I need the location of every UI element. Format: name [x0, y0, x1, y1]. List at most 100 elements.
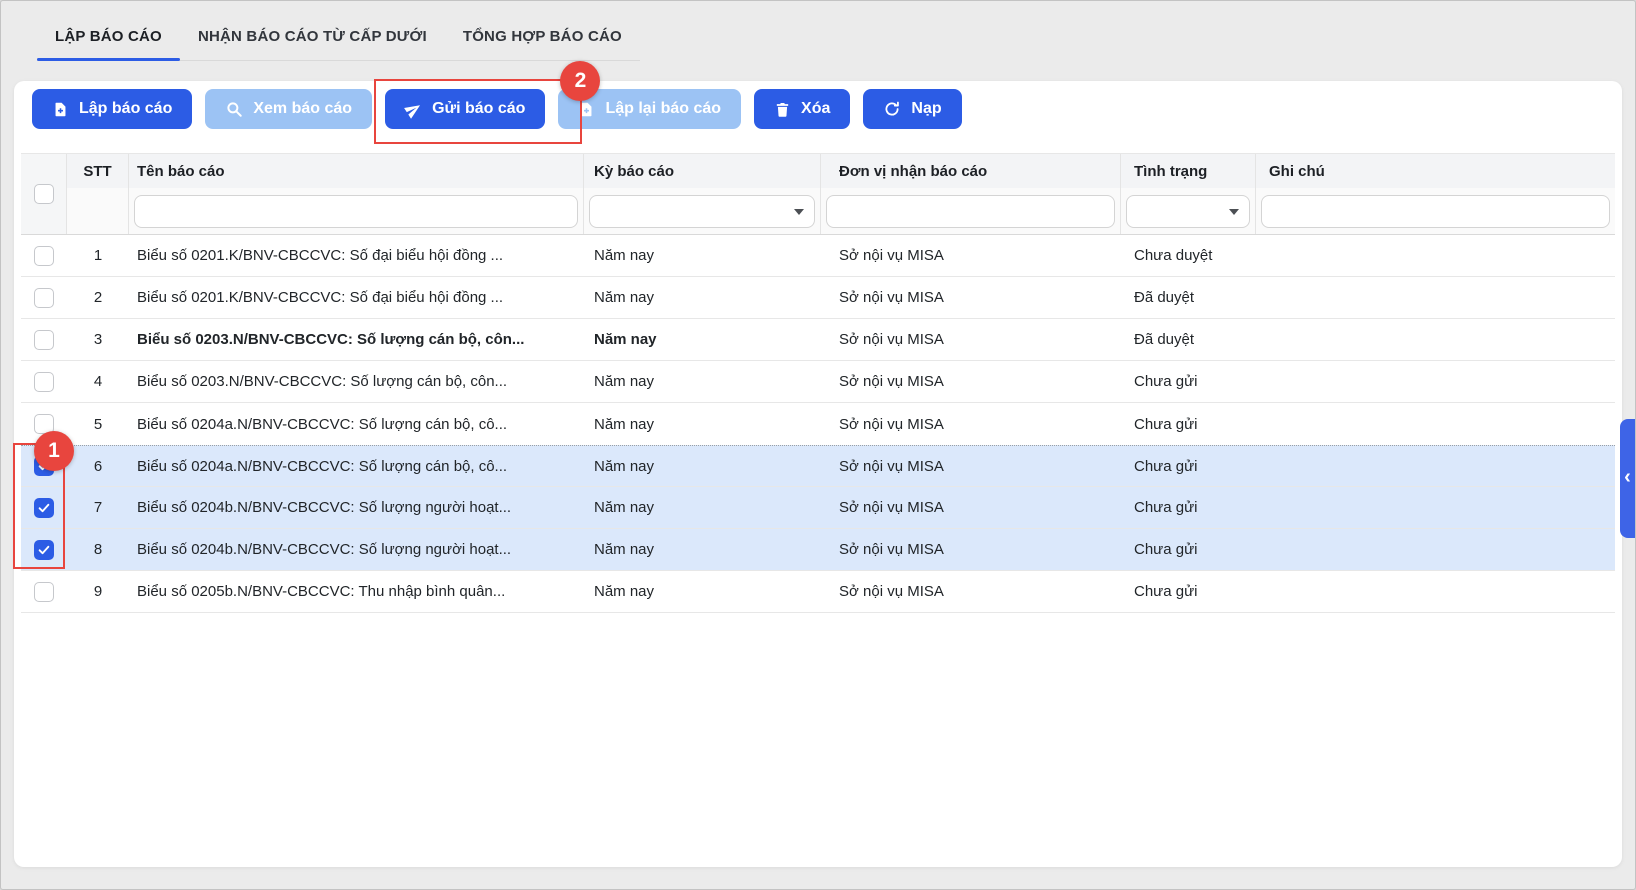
- row-receiver: Sở nội vụ MISA: [821, 319, 1121, 360]
- chevron-left-icon: ‹: [1624, 467, 1631, 487]
- row-select-cell: [21, 235, 67, 276]
- filter-note-input[interactable]: [1261, 195, 1610, 228]
- send-icon: [402, 97, 426, 121]
- xoa-button[interactable]: Xóa: [754, 89, 850, 129]
- gui-bao-cao-button[interactable]: Gửi báo cáo: [385, 89, 545, 129]
- row-checkbox[interactable]: [34, 372, 54, 392]
- table-row[interactable]: 8Biểu số 0204b.N/BNV-CBCCVC: Số lượng ng…: [21, 529, 1615, 571]
- refresh-icon: [883, 100, 901, 118]
- row-name: Biểu số 0204b.N/BNV-CBCCVC: Số lượng ngư…: [129, 487, 584, 528]
- row-checkbox[interactable]: [34, 246, 54, 266]
- filter-name-input[interactable]: [134, 195, 578, 228]
- row-stt: 8: [67, 529, 129, 570]
- annotation-step1-badge: 1: [34, 431, 74, 471]
- toolbar: Lập báo cáo Xem báo cáo Gửi báo cáo 2: [14, 81, 1622, 129]
- table-header: STT Tên báo cáo Kỳ báo cáo Đơn vị nhận b…: [21, 153, 1615, 235]
- table-row[interactable]: 1Biểu số 0201.K/BNV-CBCCVC: Số đại biểu …: [21, 235, 1615, 277]
- search-icon: [225, 100, 243, 118]
- row-stt: 6: [67, 446, 129, 486]
- row-select-cell: [21, 319, 67, 360]
- tab-nhan-bao-cao-tu-cap-duoi[interactable]: NHẬN BÁO CÁO TỪ CẤP DƯỚI: [180, 17, 445, 60]
- document-plus-icon: [578, 101, 595, 118]
- row-status: Chưa gửi: [1121, 361, 1256, 402]
- row-period: Năm nay: [584, 571, 821, 612]
- row-select-cell: [21, 361, 67, 402]
- side-panel-toggle[interactable]: ‹: [1620, 419, 1635, 538]
- filter-row: [67, 188, 1615, 234]
- row-receiver: Sở nội vụ MISA: [821, 571, 1121, 612]
- nap-button[interactable]: Nạp: [863, 89, 961, 129]
- tab-lap-bao-cao[interactable]: LẬP BÁO CÁO: [37, 17, 180, 60]
- tab-bar: LẬP BÁO CÁO NHẬN BÁO CÁO TỪ CẤP DƯỚI TỔN…: [1, 1, 1635, 81]
- row-note: [1256, 235, 1615, 276]
- row-stt: 2: [67, 277, 129, 318]
- row-name: Biểu số 0203.N/BNV-CBCCVC: Số lượng cán …: [129, 361, 584, 402]
- button-label: Nạp: [911, 100, 941, 118]
- column-header-ghi-chu[interactable]: Ghi chú: [1256, 154, 1615, 188]
- row-checkbox[interactable]: [34, 540, 54, 560]
- table-row[interactable]: 5Biểu số 0204a.N/BNV-CBCCVC: Số lượng cá…: [21, 403, 1615, 445]
- app-window: LẬP BÁO CÁO NHẬN BÁO CÁO TỪ CẤP DƯỚI TỔN…: [0, 0, 1636, 890]
- row-note: [1256, 403, 1615, 445]
- column-header-don-vi-nhan[interactable]: Đơn vị nhận báo cáo: [821, 154, 1121, 188]
- row-status: Đã duyệt: [1121, 319, 1256, 360]
- row-status: Đã duyệt: [1121, 277, 1256, 318]
- row-period: Năm nay: [584, 277, 821, 318]
- button-label: Lập báo cáo: [79, 100, 172, 118]
- table-row[interactable]: 3Biểu số 0203.N/BNV-CBCCVC: Số lượng cán…: [21, 319, 1615, 361]
- row-checkbox[interactable]: [34, 582, 54, 602]
- table-row[interactable]: 6Biểu số 0204a.N/BNV-CBCCVC: Số lượng cá…: [21, 445, 1615, 487]
- row-name: Biểu số 0204a.N/BNV-CBCCVC: Số lượng cán…: [129, 446, 584, 486]
- filter-period-select[interactable]: [589, 195, 815, 228]
- row-checkbox[interactable]: [34, 288, 54, 308]
- trash-icon: [774, 101, 791, 118]
- lap-bao-cao-button[interactable]: Lập báo cáo: [32, 89, 192, 129]
- column-header-tinh-trang[interactable]: Tình trạng: [1121, 154, 1256, 188]
- table-row[interactable]: 2Biểu số 0201.K/BNV-CBCCVC: Số đại biểu …: [21, 277, 1615, 319]
- lap-lai-bao-cao-button[interactable]: Lập lại báo cáo: [558, 89, 741, 129]
- row-note: [1256, 446, 1615, 486]
- select-all-checkbox[interactable]: [34, 184, 54, 204]
- table-row[interactable]: 4Biểu số 0203.N/BNV-CBCCVC: Số lượng cán…: [21, 361, 1615, 403]
- row-status: Chưa gửi: [1121, 529, 1256, 570]
- row-name: Biểu số 0204a.N/BNV-CBCCVC: Số lượng cán…: [129, 403, 584, 445]
- row-status: Chưa duyệt: [1121, 235, 1256, 276]
- row-note: [1256, 529, 1615, 570]
- row-name: Biểu số 0204b.N/BNV-CBCCVC: Số lượng ngư…: [129, 529, 584, 570]
- row-name: Biểu số 0201.K/BNV-CBCCVC: Số đại biểu h…: [129, 235, 584, 276]
- row-stt: 3: [67, 319, 129, 360]
- row-select-cell: [21, 277, 67, 318]
- tab-tong-hop-bao-cao[interactable]: TỔNG HỢP BÁO CÁO: [445, 17, 640, 60]
- column-header-ten-bao-cao[interactable]: Tên báo cáo: [129, 154, 584, 188]
- column-header-stt[interactable]: STT: [67, 154, 129, 188]
- button-label: Lập lại báo cáo: [605, 100, 721, 118]
- row-period: Năm nay: [584, 403, 821, 445]
- row-status: Chưa gửi: [1121, 487, 1256, 528]
- row-checkbox[interactable]: [34, 498, 54, 518]
- table-row[interactable]: 7Biểu số 0204b.N/BNV-CBCCVC: Số lượng ng…: [21, 487, 1615, 529]
- row-note: [1256, 277, 1615, 318]
- table-body: 1 Biểu số 0201.K/BNV-CBCCVC: Số đại biểu …: [21, 235, 1615, 613]
- row-receiver: Sở nội vụ MISA: [821, 403, 1121, 445]
- row-period: Năm nay: [584, 529, 821, 570]
- filter-receiver-input[interactable]: [826, 195, 1115, 228]
- row-receiver: Sở nội vụ MISA: [821, 235, 1121, 276]
- row-select-cell: [21, 571, 67, 612]
- row-stt: 9: [67, 571, 129, 612]
- row-note: [1256, 319, 1615, 360]
- row-checkbox[interactable]: [34, 330, 54, 350]
- table-row[interactable]: 9Biểu số 0205b.N/BNV-CBCCVC: Thu nhập bì…: [21, 571, 1615, 613]
- filter-status-select[interactable]: [1126, 195, 1250, 228]
- row-stt: 4: [67, 361, 129, 402]
- row-stt: 7: [67, 487, 129, 528]
- select-all-cell: [21, 154, 67, 234]
- row-name: Biểu số 0201.K/BNV-CBCCVC: Số đại biểu h…: [129, 277, 584, 318]
- document-plus-icon: [52, 101, 69, 118]
- row-receiver: Sở nội vụ MISA: [821, 277, 1121, 318]
- row-receiver: Sở nội vụ MISA: [821, 361, 1121, 402]
- column-header-ky-bao-cao[interactable]: Kỳ báo cáo: [584, 154, 821, 188]
- row-period: Năm nay: [584, 361, 821, 402]
- row-stt: 5: [67, 403, 129, 445]
- button-label: Gửi báo cáo: [432, 100, 525, 118]
- xem-bao-cao-button[interactable]: Xem báo cáo: [205, 89, 372, 129]
